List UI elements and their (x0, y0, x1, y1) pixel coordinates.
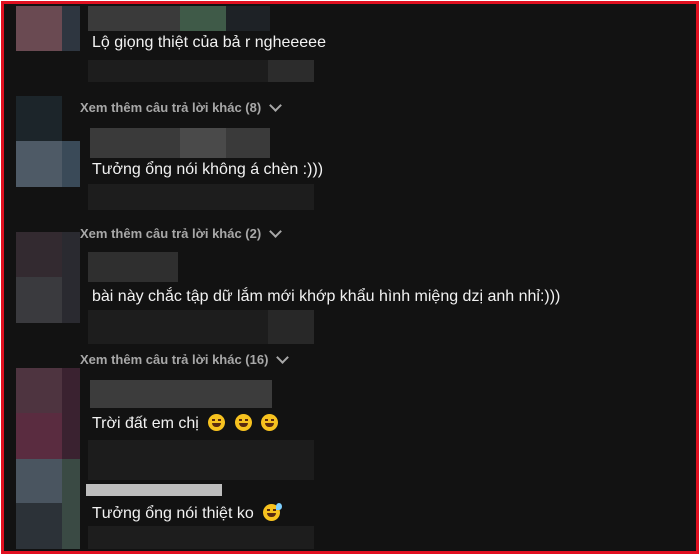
blurred-actions (88, 440, 314, 480)
chevron-down-icon (269, 224, 283, 238)
view-more-label: Xem thêm câu trả lời khác (2) (80, 226, 262, 241)
view-more-label: Xem thêm câu trả lời khác (16) (80, 352, 269, 367)
blurred-avatar (16, 232, 62, 277)
blurred-name (180, 128, 226, 158)
blurred-avatar (16, 459, 62, 503)
view-more-replies[interactable]: Xem thêm câu trả lời khác (8) (80, 98, 283, 115)
sweat-smile-emoji (263, 503, 283, 521)
laughing-tears-emoji (261, 414, 279, 431)
screenshot-frame: Lộ giọng thiệt của bả r ngheeeee Xem thê… (1, 1, 699, 554)
blurred-avatar (16, 96, 62, 141)
blurred-name (180, 6, 226, 31)
blurred-actions (88, 184, 314, 210)
blurred-avatar (16, 141, 62, 187)
view-more-label: Xem thêm câu trả lời khác (8) (80, 100, 262, 115)
comment-text: Tưởng ổng nói không á chèn :))) (92, 161, 324, 178)
sweat-drop-icon (276, 503, 283, 510)
chevron-down-icon (276, 350, 290, 364)
blurred-avatar (16, 6, 62, 51)
blurred-name (86, 484, 222, 496)
blurred-actions (88, 526, 314, 549)
blurred-name (226, 6, 270, 31)
laughing-tears-emoji (234, 414, 252, 431)
blurred-avatar (16, 277, 62, 323)
blurred-name (88, 6, 180, 31)
laughing-tears-emoji (208, 414, 226, 431)
blurred-name (90, 380, 272, 408)
blurred-avatar (62, 6, 80, 51)
comment-text: Lộ giọng thiệt của bả r ngheeeee (92, 34, 326, 51)
comment-text: Trời đất em chị (92, 414, 279, 433)
comment-thread: Lộ giọng thiệt của bả r ngheeeee Xem thê… (6, 6, 694, 549)
blurred-avatar (62, 459, 80, 549)
comment-text: Tưởng ổng nói thiệt ko (92, 503, 283, 523)
chevron-down-icon (269, 98, 283, 112)
view-more-replies[interactable]: Xem thêm câu trả lời khác (16) (80, 350, 290, 367)
blurred-avatar (62, 232, 80, 323)
blurred-avatar (62, 141, 80, 187)
blurred-avatar (62, 368, 80, 459)
blurred-actions (268, 60, 314, 82)
blurred-name (88, 252, 178, 282)
blurred-avatar (16, 503, 62, 549)
blurred-actions (268, 310, 314, 344)
comment-text: bài này chắc tập dữ lắm mới khớp khẩu hì… (92, 288, 561, 305)
blurred-avatar (16, 368, 62, 413)
blurred-avatar (16, 413, 62, 459)
comment-text-body: Tưởng ổng nói thiệt ko (92, 505, 254, 522)
blurred-actions (88, 60, 268, 82)
comment-text-body: Trời đất em chị (92, 415, 199, 432)
blurred-actions (88, 310, 268, 344)
view-more-replies[interactable]: Xem thêm câu trả lời khác (2) (80, 224, 283, 241)
